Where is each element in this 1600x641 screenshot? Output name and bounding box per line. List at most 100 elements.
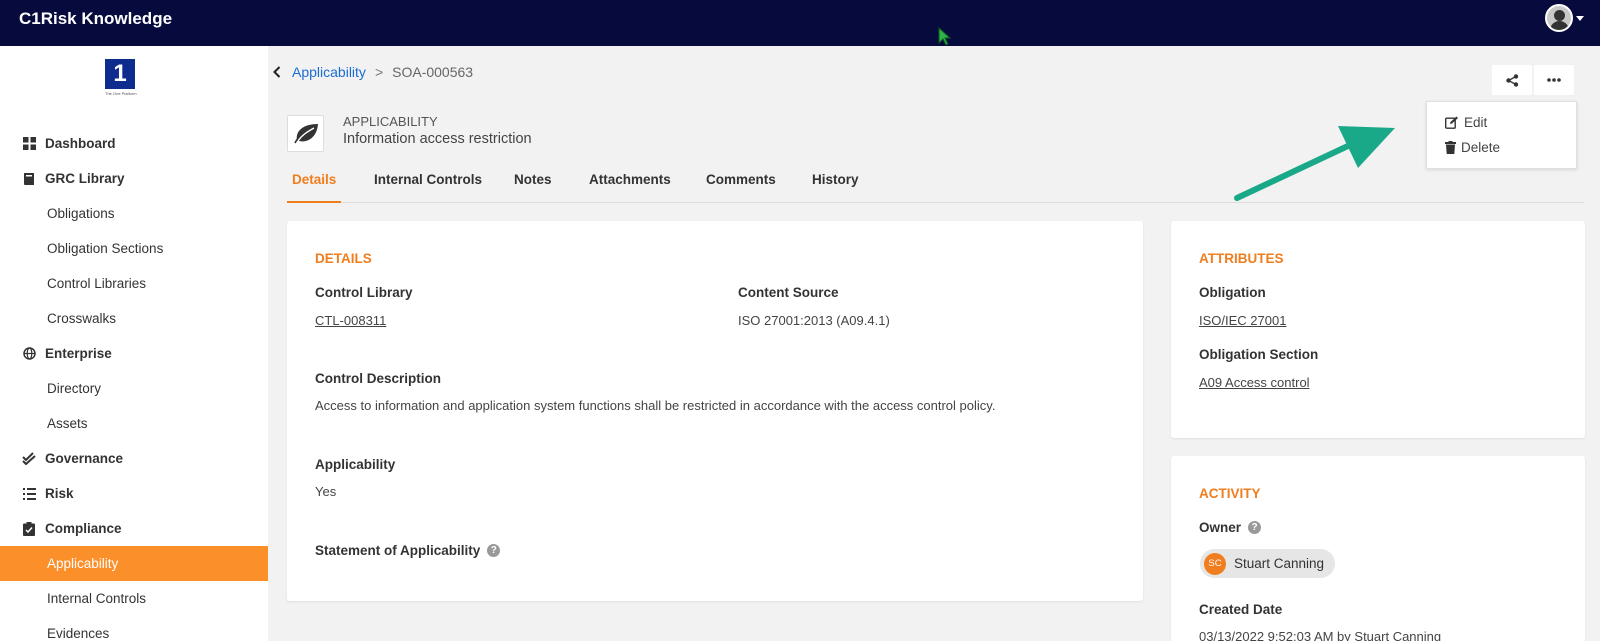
record-actions: [1492, 65, 1574, 95]
owner-name: Stuart Canning: [1234, 556, 1325, 571]
applicability-label: Applicability: [315, 457, 396, 472]
tab-notes[interactable]: Notes: [509, 172, 557, 203]
trash-icon: [1445, 141, 1456, 154]
sidebar-item-label: Applicability: [47, 556, 119, 571]
sidebar-item-compliance[interactable]: Compliance: [0, 511, 268, 546]
obligation-label: Obligation: [1199, 285, 1266, 300]
avatar[interactable]: [1545, 4, 1573, 32]
owner-avatar: SC: [1204, 552, 1226, 575]
sidebar-item-obligations[interactable]: Obligations: [0, 196, 268, 231]
breadcrumb-current: SOA-000563: [392, 64, 474, 80]
sidebar-item-obligation-sections[interactable]: Obligation Sections: [0, 231, 268, 266]
obligation-link[interactable]: ISO/IEC 27001: [1199, 313, 1286, 328]
sidebar-item-label: Compliance: [45, 521, 122, 536]
sidebar-item-label: Crosswalks: [47, 311, 117, 326]
tab-comments[interactable]: Comments: [701, 172, 781, 203]
back-button[interactable]: [270, 62, 284, 82]
sidebar: 1 The One Platform Dashboard GRC Library…: [0, 46, 268, 641]
edit-menu-item[interactable]: Edit: [1445, 115, 1487, 130]
delete-menu-label: Delete: [1461, 140, 1501, 155]
sidebar-item-label: Obligations: [47, 206, 115, 221]
control-description-label: Control Description: [315, 371, 442, 386]
sidebar-item-label: GRC Library: [45, 171, 125, 186]
tab-internal-controls[interactable]: Internal Controls: [369, 172, 487, 203]
edit-menu-label: Edit: [1464, 115, 1488, 130]
sidebar-item-label: Dashboard: [45, 136, 116, 151]
sidebar-item-grc-library[interactable]: GRC Library: [0, 161, 268, 196]
sidebar-item-control-libraries[interactable]: Control Libraries: [0, 266, 268, 301]
double-check-icon: [22, 452, 36, 466]
sidebar-item-label: Enterprise: [45, 346, 112, 361]
list-icon: [22, 487, 36, 501]
breadcrumb-separator: >: [374, 64, 384, 80]
control-library-label: Control Library: [315, 285, 413, 300]
sidebar-item-label: Assets: [47, 416, 88, 431]
mouse-cursor-icon: [938, 27, 952, 46]
created-date-label: Created Date: [1199, 602, 1283, 617]
activity-title: ACTIVITY: [1199, 486, 1261, 501]
sidebar-item-assets[interactable]: Assets: [0, 406, 268, 441]
entity-type: APPLICABILITY: [343, 114, 438, 129]
app-title: C1Risk Knowledge: [19, 9, 173, 28]
more-actions-menu: Edit Delete: [1426, 101, 1577, 169]
control-description-value: Access to information and application sy…: [315, 398, 996, 413]
sidebar-item-internal-controls[interactable]: Internal Controls: [0, 581, 268, 616]
record-tabs: Details Internal Controls Notes Attachme…: [287, 168, 1584, 203]
attributes-title: ATTRIBUTES: [1199, 251, 1284, 266]
sidebar-item-label: Governance: [45, 451, 124, 466]
sidebar-item-label: Internal Controls: [47, 591, 147, 606]
sidebar-item-enterprise[interactable]: Enterprise: [0, 336, 268, 371]
clipboard-check-icon: [22, 521, 36, 536]
more-button[interactable]: [1534, 65, 1574, 95]
attributes-card: ATTRIBUTES Obligation ISO/IEC 27001 Obli…: [1171, 221, 1585, 438]
grid-icon: [22, 137, 36, 151]
logo-mark: 1: [105, 59, 135, 89]
share-icon: [1505, 73, 1518, 87]
sidebar-item-directory[interactable]: Directory: [0, 371, 268, 406]
details-title: DETAILS: [315, 251, 372, 266]
leaf-icon: [293, 123, 318, 143]
sidebar-item-dashboard[interactable]: Dashboard: [0, 126, 268, 161]
help-icon[interactable]: ?: [487, 544, 501, 557]
page-title: Information access restriction: [343, 131, 532, 147]
details-card: DETAILS Control Library CTL-008311 Conte…: [287, 221, 1143, 601]
tab-history[interactable]: History: [807, 172, 864, 203]
sidebar-item-governance[interactable]: Governance: [0, 441, 268, 476]
created-date-value: 03/13/2022 9:52:03 AM by Stuart Canning: [1199, 629, 1442, 641]
chevron-left-icon: [273, 66, 281, 78]
globe-icon: [22, 347, 36, 361]
statement-of-applicability-label: Statement of Applicability ?: [315, 543, 501, 558]
sidebar-item-crosswalks[interactable]: Crosswalks: [0, 301, 268, 336]
chevron-down-icon: [1576, 15, 1584, 21]
breadcrumb-link-applicability[interactable]: Applicability: [292, 64, 366, 80]
entity-type-icon: [287, 115, 324, 152]
share-button[interactable]: [1492, 65, 1532, 95]
sidebar-item-applicability[interactable]: Applicability: [0, 546, 268, 581]
applicability-value: Yes: [315, 484, 337, 499]
sidebar-item-evidences[interactable]: Evidences: [0, 616, 268, 641]
book-icon: [22, 172, 36, 186]
owner-chip[interactable]: SC Stuart Canning: [1200, 549, 1336, 578]
help-icon[interactable]: ?: [1248, 521, 1262, 534]
edit-icon: [1445, 116, 1458, 129]
sidebar-item-risk[interactable]: Risk: [0, 476, 268, 511]
sidebar-item-label: Obligation Sections: [47, 241, 164, 256]
content-source-value: ISO 27001:2013 (A09.4.1): [738, 313, 890, 328]
delete-menu-item[interactable]: Delete: [1445, 140, 1500, 155]
sidebar-item-label: Risk: [45, 486, 74, 501]
sidebar-item-label: Control Libraries: [47, 276, 147, 291]
content-source-label: Content Source: [738, 285, 839, 300]
ellipsis-icon: [1547, 78, 1561, 82]
top-bar: C1Risk Knowledge: [0, 0, 1600, 46]
sidebar-item-label: Evidences: [47, 626, 110, 641]
owner-label: Owner ?: [1199, 520, 1262, 535]
obligation-section-label: Obligation Section: [1199, 347, 1319, 362]
logo-tagline: The One Platform: [105, 91, 137, 96]
control-library-link[interactable]: CTL-008311: [315, 313, 386, 328]
nav-menu: Dashboard GRC Library Obligations Obliga…: [0, 126, 268, 641]
tab-attachments[interactable]: Attachments: [584, 172, 676, 203]
user-menu-button[interactable]: [1545, 4, 1584, 32]
sidebar-item-label: Directory: [47, 381, 102, 396]
tab-details[interactable]: Details: [287, 172, 342, 203]
obligation-section-link[interactable]: A09 Access control: [1199, 375, 1310, 390]
